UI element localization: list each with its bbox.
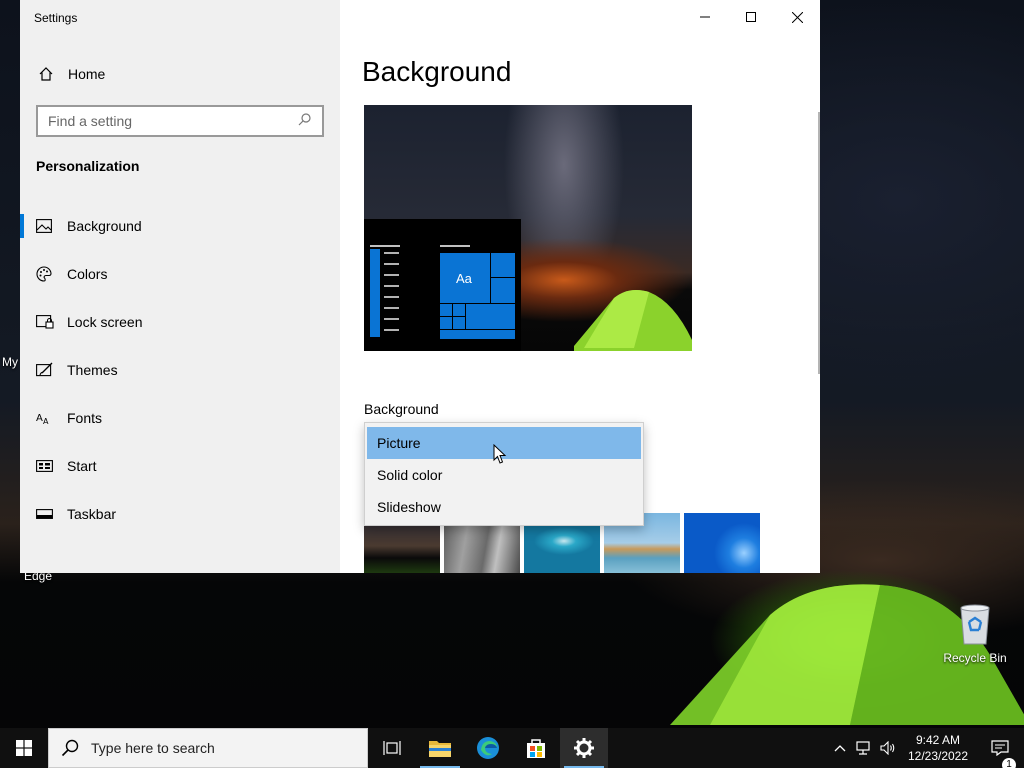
picture-icon [36,219,67,233]
lock-screen-icon [36,315,67,329]
network-icon [856,741,870,755]
palette-icon [36,266,67,282]
store-icon [527,739,545,758]
svg-text:A: A [36,413,43,424]
home-icon [38,66,68,82]
sidebar-item-label: Themes [67,362,118,378]
window-title: Settings [34,11,78,25]
recycle-bin-shortcut[interactable]: Recycle Bin [937,602,1013,665]
taskbar: 9:42 AM 12/23/2022 1 [0,728,1024,768]
sidebar-item-label: Fonts [67,410,103,426]
folder-icon [429,741,451,757]
close-button[interactable] [774,0,820,34]
background-type-label: Background [364,401,439,417]
network-button[interactable] [852,741,876,755]
fonts-icon: AA [36,411,67,425]
mouse-cursor-icon [493,444,507,464]
taskbar-icon [36,509,67,519]
start-button[interactable] [0,728,48,768]
edge-icon [477,737,499,759]
notification-icon [991,740,1009,756]
sidebar-item-colors[interactable]: Colors [20,254,340,294]
windows-logo-icon [16,740,32,756]
action-center-button[interactable]: 1 [976,740,1024,768]
edge-browser-button[interactable] [464,728,512,768]
show-hidden-icons-button[interactable] [828,744,852,752]
clock-date: 12/23/2022 [907,749,969,763]
start-menu-preview: Aa [364,219,521,351]
tent-preview-graphic [574,290,692,351]
find-setting-search[interactable] [36,105,324,137]
sidebar-item-fonts[interactable]: AA Fonts [20,398,340,438]
speaker-icon [880,741,895,755]
taskbar-clock[interactable]: 9:42 AM 12/23/2022 [900,732,976,764]
task-view-icon [383,741,401,755]
notification-count-badge: 1 [1002,758,1016,768]
close-icon [791,11,803,23]
minimize-button[interactable] [682,0,728,34]
desktop-partial-label-my: My [2,355,18,369]
sidebar-item-label: Start [67,458,97,474]
home-label: Home [68,66,106,82]
section-title-personalization: Personalization [36,158,140,174]
page-title: Background [362,56,512,87]
recycle-bin-label: Recycle Bin [943,651,1007,665]
sidebar-item-label: Taskbar [67,506,117,522]
settings-content: Background Aa Background Picture Solid c… [340,0,820,573]
minimize-icon [700,16,710,18]
sidebar-item-start[interactable]: Start [20,446,340,486]
svg-text:A: A [43,417,49,425]
start-icon [36,460,67,472]
find-setting-input[interactable] [48,113,298,129]
background-preview: Aa [364,105,692,351]
sidebar-item-label: Colors [67,266,108,282]
microsoft-store-button[interactable] [512,728,560,768]
sidebar-item-label: Background [67,218,142,234]
clock-time: 9:42 AM [915,733,961,747]
window-controls [682,0,820,34]
settings-taskbar-button[interactable] [560,728,608,768]
home-nav-item[interactable]: Home [38,62,105,86]
sidebar-item-background[interactable]: Background [20,206,340,246]
taskbar-search-box[interactable] [48,728,368,768]
task-view-button[interactable] [368,728,416,768]
settings-sidebar: Settings Home Personalization Background [20,0,340,573]
search-icon[interactable] [298,112,312,131]
recent-image-thumbnail[interactable] [684,513,760,573]
volume-button[interactable] [876,741,900,755]
background-type-dropdown[interactable]: Picture Solid color Slideshow [364,422,644,526]
system-tray: 9:42 AM 12/23/2022 1 [828,728,1024,768]
sidebar-item-taskbar[interactable]: Taskbar [20,494,340,534]
sidebar-item-label: Lock screen [67,314,143,330]
file-explorer-button[interactable] [416,728,464,768]
maximize-icon [746,12,756,22]
sidebar-item-themes[interactable]: Themes [20,350,340,390]
maximize-button[interactable] [728,0,774,34]
search-icon [61,739,79,757]
content-scrollbar[interactable] [818,112,820,374]
preview-tile-label: Aa [456,271,472,286]
gear-icon [574,738,594,758]
recycle-bin-icon [960,604,990,645]
sidebar-item-lock-screen[interactable]: Lock screen [20,302,340,342]
dropdown-option-slideshow[interactable]: Slideshow [367,491,641,523]
taskbar-search-input[interactable] [91,740,351,756]
settings-window: Settings Home Personalization Background [20,0,820,573]
chevron-up-icon [834,745,846,752]
themes-icon [36,362,67,378]
